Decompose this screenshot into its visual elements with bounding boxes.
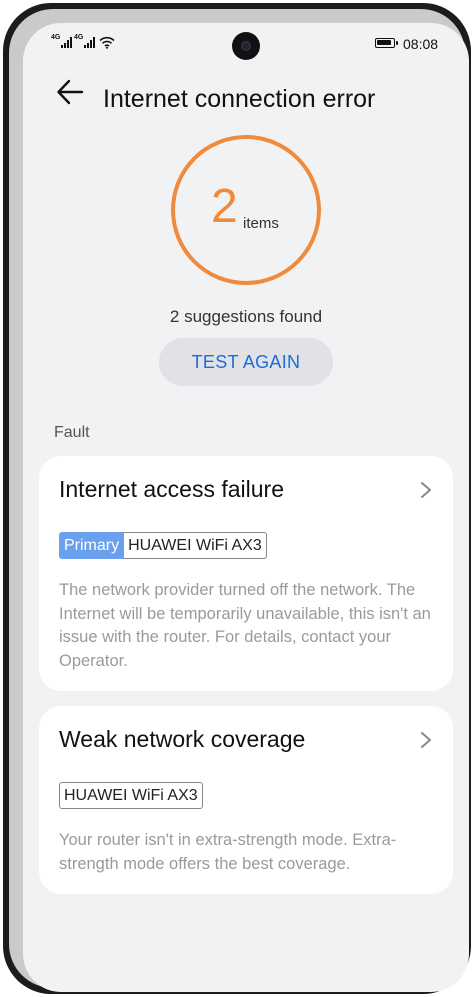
card-description: The network provider turned off the netw… xyxy=(59,581,431,670)
status-bar: 4G 4G 08:08 xyxy=(23,23,469,65)
card-description: Your router isn't in extra-strength mode… xyxy=(59,831,397,873)
chevron-right-icon xyxy=(421,732,431,748)
arrow-left-icon[interactable] xyxy=(53,75,87,109)
test-again-button[interactable]: TEST AGAIN xyxy=(159,338,333,386)
fault-card-internet-access[interactable]: Internet access failure Primary HUAWEI W… xyxy=(39,456,453,691)
fault-section-label: Fault xyxy=(54,424,90,441)
phone-bezel: 4G 4G 08:08 Internet connection error 2 … xyxy=(9,9,469,992)
suggestions-text: 2 suggestions found xyxy=(169,307,323,326)
screen: 4G 4G 08:08 Internet connection error 2 … xyxy=(23,23,469,992)
battery-icon xyxy=(375,38,398,48)
front-camera xyxy=(232,32,260,60)
wifi-icon xyxy=(99,36,115,49)
phone-frame: 4G 4G 08:08 Internet connection error 2 … xyxy=(3,3,471,994)
fault-card-weak-coverage[interactable]: Weak network coverage HUAWEI WiFi AX3 Yo… xyxy=(39,706,453,894)
device-badge: HUAWEI WiFi AX3 xyxy=(124,532,267,559)
device-tags: Primary HUAWEI WiFi AX3 xyxy=(59,532,267,559)
device-badge: HUAWEI WiFi AX3 xyxy=(59,782,203,809)
primary-badge: Primary xyxy=(59,532,125,559)
card-title: Internet access failure xyxy=(59,476,285,502)
signal-strength-icon: 4G xyxy=(74,34,95,48)
card-title: Weak network coverage xyxy=(59,726,306,752)
device-tags: HUAWEI WiFi AX3 xyxy=(59,782,203,809)
page-title: Internet connection error xyxy=(103,85,376,113)
issue-count: 2 xyxy=(211,180,238,233)
issue-count-unit: items xyxy=(243,215,279,232)
signal-strength-icon: 4G xyxy=(51,34,72,48)
network-type-label: 4G xyxy=(74,34,84,41)
clock: 08:08 xyxy=(403,36,439,52)
result-ring xyxy=(171,135,321,285)
chevron-right-icon xyxy=(421,482,431,498)
network-type-label: 4G xyxy=(51,34,61,41)
